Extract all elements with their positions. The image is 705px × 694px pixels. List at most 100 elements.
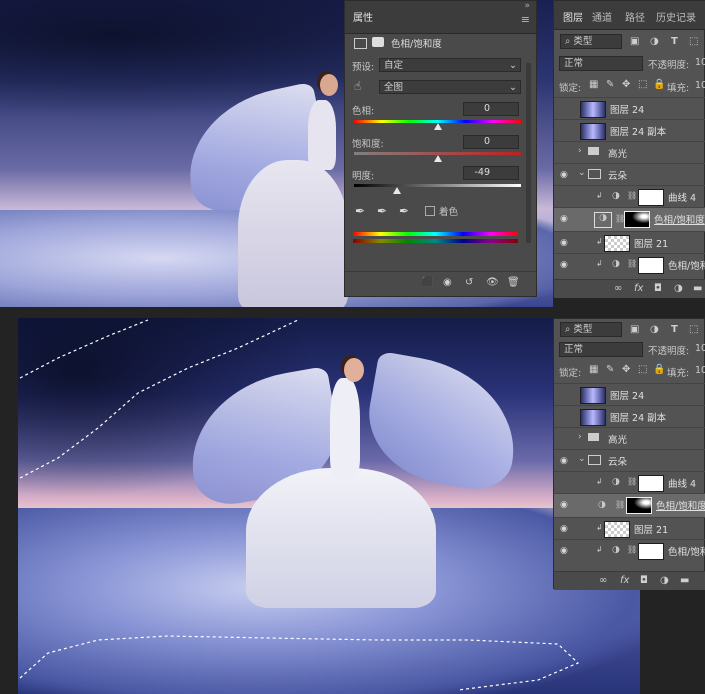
eye-icon[interactable]: ◉ bbox=[560, 214, 570, 224]
layer-group-row[interactable]: ◉ ⌄ 云朵 bbox=[554, 449, 705, 471]
layer-row[interactable]: 图层 24 副本 bbox=[554, 405, 705, 427]
tab-paths[interactable]: 路径 bbox=[625, 9, 645, 24]
layer-group-row[interactable]: ◉ ⌄ 云朵 bbox=[554, 163, 705, 185]
lock-pixels-icon[interactable]: ✎ bbox=[606, 79, 614, 90]
saturation-input[interactable]: 0 bbox=[463, 135, 519, 149]
properties-scrollbar[interactable] bbox=[526, 63, 531, 243]
view-previous-icon[interactable]: ◉ bbox=[443, 277, 452, 288]
layer-group-row[interactable]: › 高光 bbox=[554, 141, 705, 163]
filter-type-icon[interactable]: T bbox=[671, 324, 678, 335]
blend-mode-select[interactable]: 正常 bbox=[559, 56, 643, 71]
lock-position-icon[interactable]: ✥ bbox=[622, 364, 630, 375]
eye-icon[interactable]: ◉ bbox=[560, 238, 570, 248]
layer-name[interactable]: 图层 24 副本 bbox=[610, 410, 666, 424]
lightness-input[interactable]: -49 bbox=[463, 166, 519, 180]
layer-name[interactable]: 图层 21 bbox=[634, 236, 668, 250]
eyedropper-minus-icon[interactable]: ✒ bbox=[399, 204, 409, 218]
hue-input[interactable]: 0 bbox=[463, 102, 519, 116]
layer-row-selected[interactable]: ◉ ◑ ⛓ 色相/饱和度 bbox=[554, 207, 705, 231]
layer-name[interactable]: 云朵 bbox=[608, 168, 627, 182]
layer-name[interactable]: 曲线 4 bbox=[668, 476, 696, 490]
fx-icon[interactable]: fx bbox=[620, 575, 629, 586]
layer-row[interactable]: 图层 24 副本 bbox=[554, 119, 705, 141]
chevron-down-icon[interactable]: ⌄ bbox=[578, 168, 586, 178]
chevron-right-icon[interactable]: › bbox=[578, 432, 582, 442]
eyedropper-plus-icon[interactable]: ✒ bbox=[377, 204, 387, 218]
tab-layers[interactable]: 图层 bbox=[563, 9, 583, 24]
layer-row[interactable]: ◉ ↲ ◑ ⛓ 色相/饱和 bbox=[554, 253, 705, 275]
layer-row[interactable]: ◉ ↲ 图层 21 bbox=[554, 231, 705, 253]
targeted-adjustment-hand-icon[interactable]: ☝ bbox=[354, 79, 361, 93]
eye-icon[interactable]: ◉ bbox=[560, 260, 570, 270]
properties-tab[interactable]: 属性 bbox=[353, 9, 373, 24]
collapse-icon[interactable]: » bbox=[524, 1, 530, 11]
layer-name[interactable]: 云朵 bbox=[608, 454, 627, 468]
lock-artboard-icon[interactable]: ⬚ bbox=[638, 79, 647, 90]
layer-row[interactable]: 图层 24 bbox=[554, 97, 705, 119]
eye-icon[interactable]: ◉ bbox=[560, 456, 570, 466]
canvas-bottom[interactable] bbox=[18, 318, 640, 694]
layer-group-row[interactable]: › 高光 bbox=[554, 427, 705, 449]
filter-type-icon[interactable]: T bbox=[671, 36, 678, 47]
new-adjustment-icon[interactable]: ◑ bbox=[674, 283, 683, 294]
layer-name[interactable]: 高光 bbox=[608, 146, 627, 160]
mask-thumbnail[interactable] bbox=[638, 475, 664, 492]
opacity-value[interactable]: 10 bbox=[695, 343, 705, 354]
layer-row[interactable]: 图层 24 bbox=[554, 383, 705, 405]
link-layers-icon[interactable]: ∞ bbox=[599, 575, 607, 586]
lock-artboard-icon[interactable]: ⬚ bbox=[638, 364, 647, 375]
mask-thumbnail[interactable] bbox=[626, 497, 652, 514]
mask-thumbnail[interactable] bbox=[638, 543, 664, 560]
layer-name[interactable]: 色相/饱和 bbox=[668, 258, 705, 272]
filter-shape-icon[interactable]: ⬚ bbox=[689, 36, 698, 47]
fill-value[interactable]: 10 bbox=[695, 365, 705, 376]
layer-name[interactable]: 图层 21 bbox=[634, 522, 668, 536]
opacity-value[interactable]: 10 bbox=[695, 57, 705, 68]
layer-row[interactable]: ◉ ↲ ◑ ⛓ 色相/饱和 bbox=[554, 539, 705, 561]
tab-history[interactable]: 历史记录 bbox=[656, 9, 696, 24]
mask-icon[interactable] bbox=[372, 37, 384, 47]
layer-name[interactable]: 图层 24 bbox=[610, 102, 644, 116]
mask-thumbnail[interactable] bbox=[624, 211, 650, 228]
lock-all-icon[interactable]: 🔒 bbox=[653, 79, 665, 90]
lock-transparent-icon[interactable]: ▦ bbox=[589, 79, 598, 90]
filter-adjustment-icon[interactable]: ◑ bbox=[650, 36, 659, 47]
chevron-right-icon[interactable]: › bbox=[578, 146, 582, 156]
new-group-icon[interactable]: ▬ bbox=[693, 283, 702, 294]
colorize-checkbox[interactable] bbox=[425, 206, 435, 216]
layer-filter-select[interactable]: ⌕ 类型 bbox=[560, 34, 622, 49]
lightness-slider-thumb[interactable] bbox=[392, 187, 401, 194]
visibility-icon[interactable]: 👁 bbox=[486, 277, 499, 288]
eye-icon[interactable]: ◉ bbox=[560, 500, 570, 510]
layer-name[interactable]: 色相/饱和 bbox=[668, 544, 705, 558]
eye-icon[interactable]: ◉ bbox=[560, 546, 570, 556]
new-adjustment-icon[interactable]: ◑ bbox=[660, 575, 669, 586]
filter-shape-icon[interactable]: ⬚ bbox=[689, 324, 698, 335]
tab-channels[interactable]: 通道 bbox=[592, 9, 612, 24]
link-layers-icon[interactable]: ∞ bbox=[614, 283, 622, 294]
lock-all-icon[interactable]: 🔒 bbox=[653, 364, 665, 375]
filter-pixel-icon[interactable]: ▣ bbox=[630, 324, 639, 335]
add-mask-icon[interactable]: ◘ bbox=[640, 575, 648, 586]
blend-mode-select[interactable]: 正常 bbox=[559, 342, 643, 357]
lock-pixels-icon[interactable]: ✎ bbox=[606, 364, 614, 375]
lock-position-icon[interactable]: ✥ bbox=[622, 79, 630, 90]
fx-icon[interactable]: fx bbox=[634, 283, 643, 294]
eyedropper-icon[interactable]: ✒ bbox=[355, 204, 365, 218]
filter-pixel-icon[interactable]: ▣ bbox=[630, 36, 639, 47]
layer-filter-select[interactable]: ⌕ 类型 bbox=[560, 322, 622, 337]
hue-slider-thumb[interactable] bbox=[433, 123, 442, 130]
layer-name[interactable]: 色相/饱和度 bbox=[654, 212, 705, 226]
eye-icon[interactable]: ◉ bbox=[560, 170, 570, 180]
lock-transparent-icon[interactable]: ▦ bbox=[589, 364, 598, 375]
preset-select[interactable]: 自定 ⌄ bbox=[379, 58, 521, 72]
add-mask-icon[interactable]: ◘ bbox=[654, 283, 662, 294]
saturation-slider-thumb[interactable] bbox=[433, 155, 442, 162]
chevron-down-icon[interactable]: ⌄ bbox=[578, 454, 586, 464]
eye-icon[interactable]: ◉ bbox=[560, 524, 570, 534]
layer-row[interactable]: ↲ ◑ ⛓ 曲线 4 bbox=[554, 471, 705, 493]
mask-thumbnail[interactable] bbox=[638, 257, 664, 274]
layer-row-selected[interactable]: ◉ ◑ ⛓ 色相/饱和度 bbox=[554, 493, 705, 517]
mask-thumbnail[interactable] bbox=[638, 189, 664, 206]
filter-adjustment-icon[interactable]: ◑ bbox=[650, 324, 659, 335]
